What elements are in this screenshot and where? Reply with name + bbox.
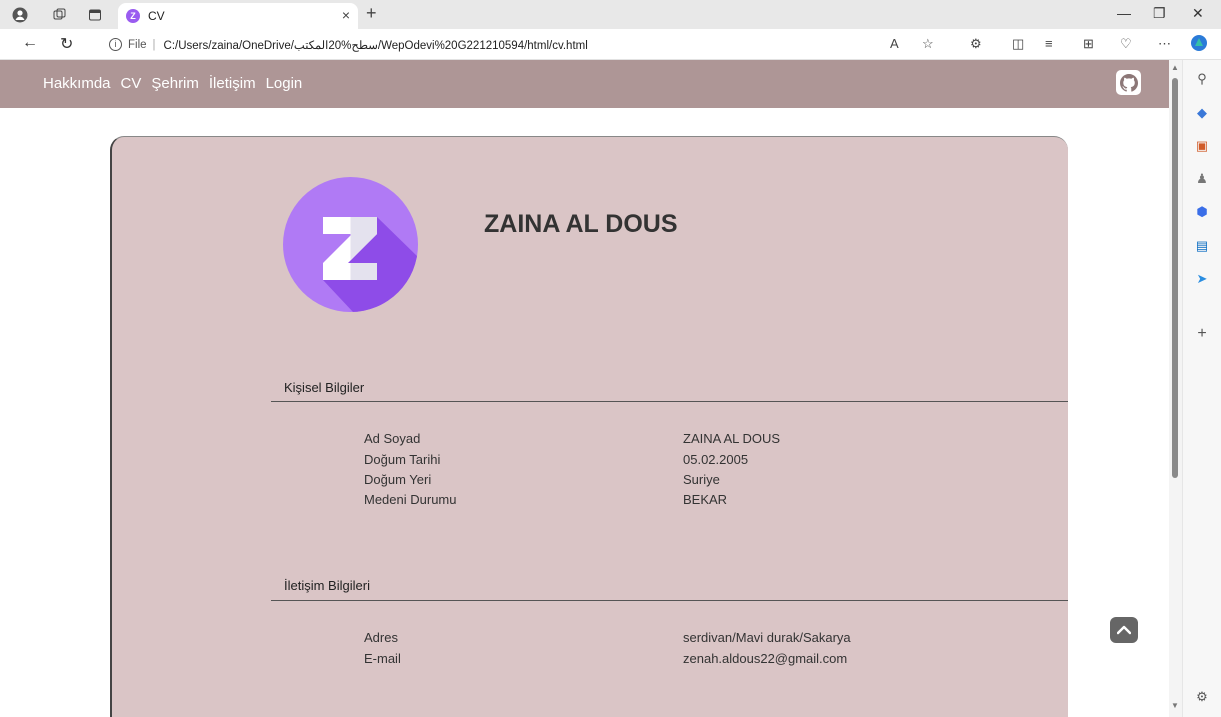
nav-link-cv[interactable]: CV: [121, 75, 142, 92]
tab-actions-icon[interactable]: [85, 5, 105, 25]
avatar-logo-icon: [283, 177, 418, 312]
split-screen-icon[interactable]: ◫: [1012, 36, 1024, 52]
nav-link-iletisim[interactable]: İletişim: [209, 75, 256, 92]
field-value-birthplace: Suriye: [683, 472, 720, 487]
tools-briefcase-icon[interactable]: ▣: [1193, 137, 1211, 155]
shopping-tag-icon[interactable]: ◆: [1193, 104, 1211, 122]
scroll-up-arrow-icon[interactable]: ▲: [1171, 63, 1179, 72]
sidebar-search-icon[interactable]: ⚲: [1193, 70, 1211, 88]
nav-link-login[interactable]: Login: [266, 75, 303, 92]
profile-icon[interactable]: [10, 5, 30, 25]
address-url: C:/Users/zaina/OneDrive/سطح%20المكتب/Wep…: [163, 39, 588, 52]
address-bar[interactable]: i File | C:/Users/zaina/OneDrive/سطح%20ا…: [95, 32, 870, 57]
section-divider: [271, 401, 1068, 402]
microsoft-365-icon[interactable]: ⬢: [1193, 203, 1211, 221]
outlook-icon[interactable]: ▤: [1193, 237, 1211, 255]
nav-link-sehrim[interactable]: Şehrim: [151, 75, 199, 92]
field-value-email[interactable]: zenah.aldous22@gmail.com: [683, 651, 847, 666]
browser-tab-bar: Z CV × + — ❐ ✕: [0, 0, 1221, 29]
nav-links: Hakkımda CV Şehrim İletişim Login: [43, 75, 312, 92]
restore-icon[interactable]: ❐: [1153, 5, 1166, 22]
games-icon[interactable]: ♟: [1193, 170, 1211, 188]
favorite-star-icon[interactable]: ☆: [922, 36, 934, 52]
field-label-marital: Medeni Durumu: [364, 492, 457, 507]
minimize-icon[interactable]: —: [1117, 5, 1131, 21]
field-label-birthplace: Doğum Yeri: [364, 472, 432, 487]
address-prefix: File: [128, 38, 147, 51]
field-label-name: Ad Soyad: [364, 431, 421, 446]
edge-sidebar: ⚲ ◆ ▣ ♟ ⬢ ▤ ➤ + ⚙: [1182, 60, 1221, 717]
avatar: [283, 177, 418, 312]
scrollbar-thumb[interactable]: [1172, 78, 1178, 478]
site-navbar: Hakkımda CV Şehrim İletişim Login: [0, 60, 1169, 108]
close-window-icon[interactable]: ✕: [1192, 5, 1204, 22]
field-label-email: E-mail: [364, 651, 401, 666]
cv-name-heading: ZAINA AL DOUS: [484, 210, 678, 238]
more-menu-icon[interactable]: ⋯: [1158, 36, 1171, 52]
copilot-icon[interactable]: [1190, 34, 1208, 55]
field-label-birthdate: Doğum Tarihi: [364, 452, 441, 467]
close-tab-icon[interactable]: ×: [342, 7, 350, 23]
tab-cv[interactable]: Z CV ×: [118, 3, 358, 29]
browser-toolbar: ← ↻ i File | C:/Users/zaina/OneDrive/سطح…: [0, 29, 1221, 60]
chevron-up-icon: [1117, 625, 1131, 635]
field-value-marital: BEKAR: [683, 492, 728, 507]
collections-icon[interactable]: ⊞: [1083, 36, 1094, 52]
extensions-icon[interactable]: ⚙: [970, 36, 982, 52]
sidebar-settings-icon[interactable]: ⚙: [1193, 688, 1211, 706]
section-title-personal: Kişisel Bilgiler: [284, 380, 365, 395]
scroll-down-arrow-icon[interactable]: ▼: [1171, 701, 1179, 710]
address-separator: |: [152, 38, 156, 51]
field-value-name: ZAINA AL DOUS: [683, 431, 781, 446]
add-sidebar-app-icon[interactable]: +: [1193, 325, 1211, 343]
field-value-birthdate: 05.02.2005: [683, 452, 749, 467]
send-icon[interactable]: ➤: [1193, 270, 1211, 288]
favorites-icon[interactable]: ≡: [1045, 36, 1053, 51]
nav-link-hakkimda[interactable]: Hakkımda: [43, 75, 111, 92]
section-divider: [271, 600, 1068, 601]
back-icon[interactable]: ←: [22, 34, 38, 52]
scroll-to-top-button[interactable]: [1110, 617, 1138, 643]
github-icon[interactable]: [1116, 70, 1141, 95]
site-info-icon[interactable]: i: [109, 38, 122, 51]
field-value-address: serdivan/Mavi durak/Sakarya: [683, 630, 851, 645]
new-tab-icon[interactable]: +: [366, 3, 377, 24]
tab-favicon-icon: Z: [126, 9, 140, 23]
tab-title: CV: [148, 9, 165, 23]
read-aloud-icon[interactable]: A: [890, 36, 899, 51]
field-label-address: Adres: [364, 630, 398, 645]
refresh-icon[interactable]: ↻: [60, 34, 73, 54]
section-title-contact: İletişim Bilgileri: [284, 578, 370, 593]
workspaces-icon[interactable]: [50, 5, 70, 25]
browser-essentials-icon[interactable]: ♡: [1120, 36, 1132, 52]
